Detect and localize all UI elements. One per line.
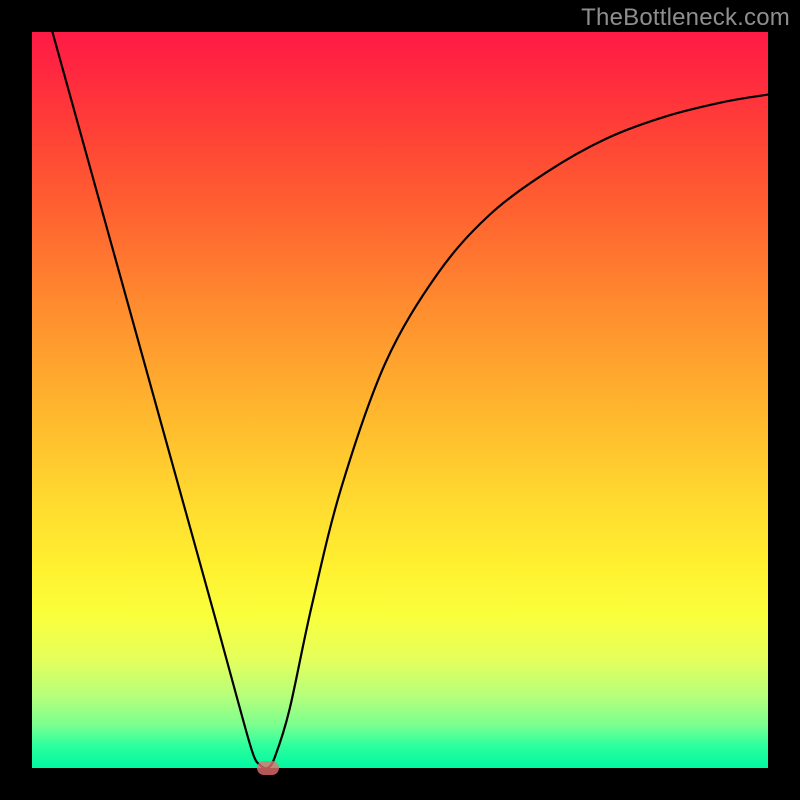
- bottleneck-curve: [32, 32, 768, 768]
- plot-area: [32, 32, 768, 768]
- optimal-marker: [257, 761, 279, 775]
- watermark-text: TheBottleneck.com: [581, 4, 790, 32]
- curve-layer: [32, 32, 768, 768]
- chart-frame: TheBottleneck.com: [0, 0, 800, 800]
